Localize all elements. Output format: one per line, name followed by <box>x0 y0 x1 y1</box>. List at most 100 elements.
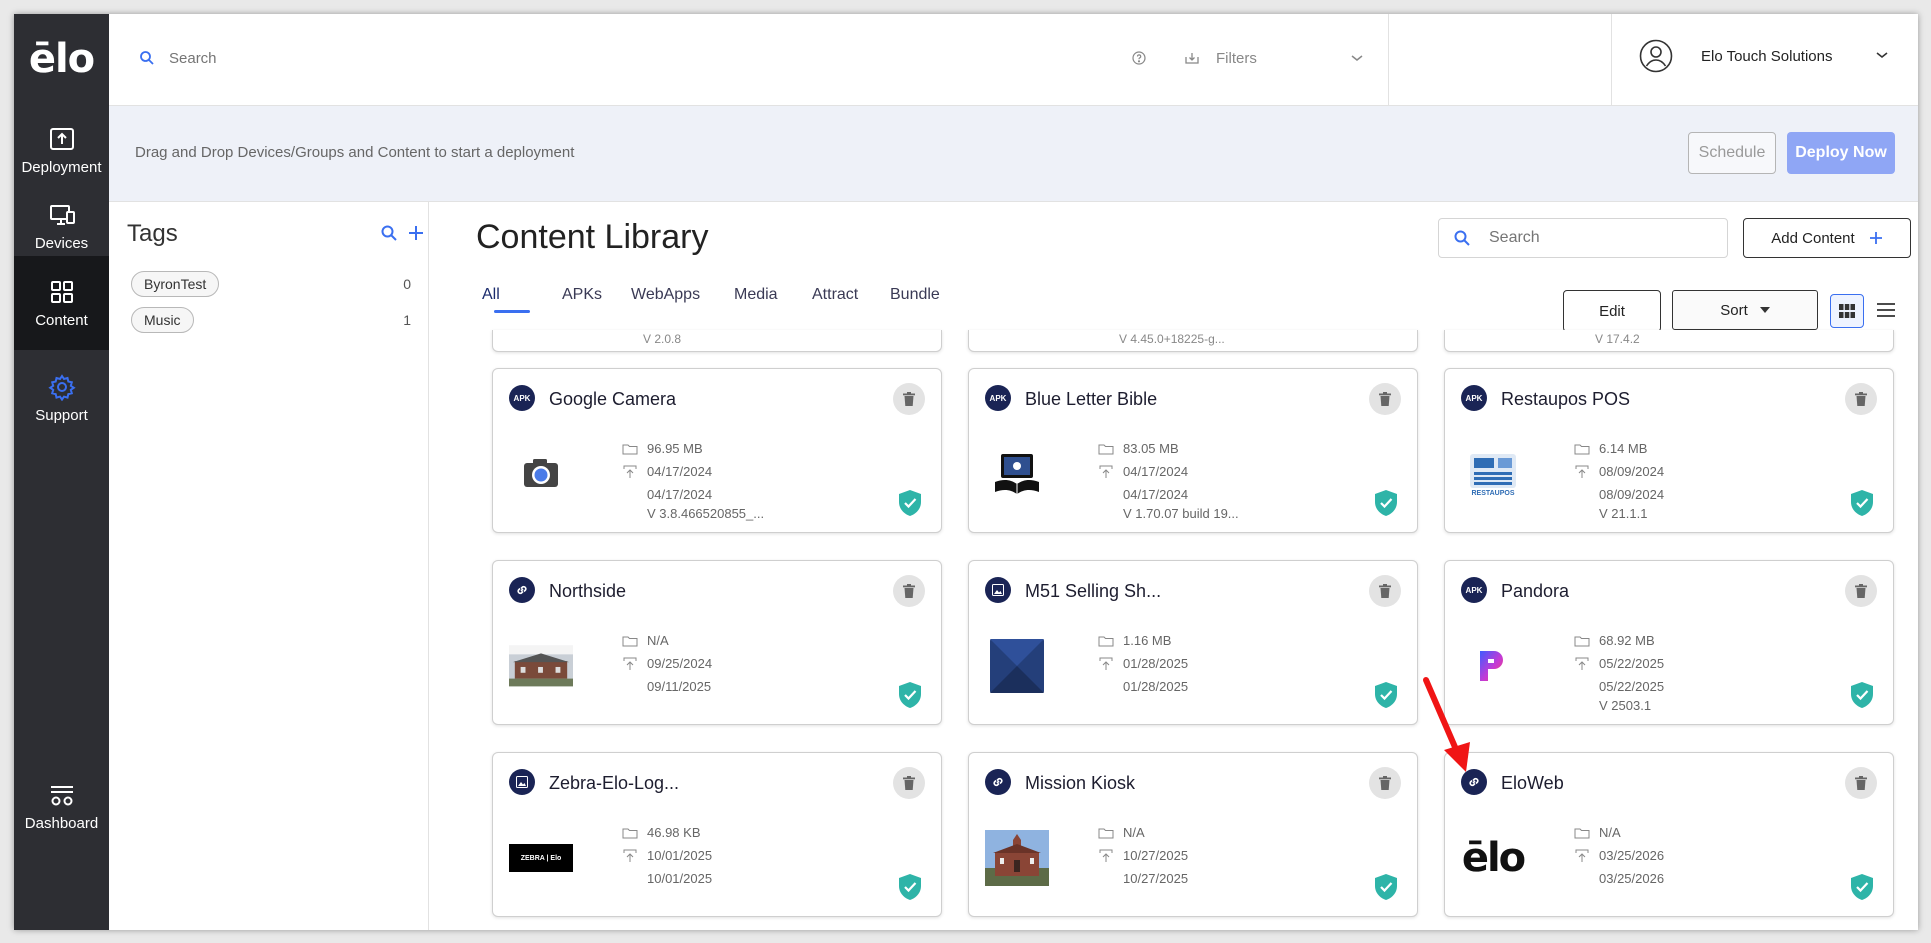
add-content-label: Add Content <box>1771 229 1855 247</box>
content-card-partial[interactable]: V 17.4.2 <box>1444 330 1894 352</box>
card-title: Pandora <box>1501 581 1570 601</box>
gear-icon <box>47 373 76 401</box>
search-icon[interactable] <box>380 224 398 242</box>
delete-button[interactable] <box>1845 575 1877 607</box>
delete-button[interactable] <box>1369 383 1401 415</box>
edit-button[interactable]: Edit <box>1563 290 1661 332</box>
sidebar-item-support[interactable]: Support <box>14 352 109 444</box>
upload-date-icon <box>1099 849 1113 862</box>
card-size: N/A <box>647 633 669 648</box>
content-card[interactable]: APK Restaupos POS RESTAUPOS 6.14 MB 08/0… <box>1444 368 1894 533</box>
card-version: V 3.8.466520855_... <box>647 506 765 521</box>
card-modified-date: 01/28/2025 <box>1123 679 1189 694</box>
restaupos-thumbnail: RESTAUPOS <box>1461 445 1525 503</box>
add-content-button[interactable]: Add Content <box>1743 218 1911 258</box>
apk-badge-icon: APK <box>985 385 1011 411</box>
library-search[interactable] <box>1438 218 1728 258</box>
link-badge-icon <box>509 577 535 603</box>
tab-all[interactable]: All <box>482 286 500 304</box>
camera-icon <box>520 453 562 495</box>
sidebar-item-dashboard[interactable]: Dashboard <box>14 760 109 852</box>
tag-row[interactable]: Music 1 <box>131 306 411 334</box>
trash-icon <box>1855 392 1867 406</box>
filters-dropdown[interactable]: Filters <box>1184 44 1364 72</box>
delete-button[interactable] <box>893 383 925 415</box>
content-card[interactable]: APK Pandora 68.92 MB 05/22/2025 05/22/20… <box>1444 560 1894 725</box>
card-modified-date: 04/17/2024 <box>647 487 713 502</box>
delete-button[interactable] <box>1369 767 1401 799</box>
chevron-down-icon <box>1876 52 1888 59</box>
user-avatar-icon <box>1639 39 1673 73</box>
delete-button[interactable] <box>1845 383 1877 415</box>
help-icon[interactable] <box>1132 51 1146 65</box>
schedule-button[interactable]: Schedule <box>1688 132 1776 174</box>
content-card[interactable]: APK Blue Letter Bible 83.05 MB 04/17/202… <box>968 368 1418 533</box>
library-search-input[interactable] <box>1489 229 1709 247</box>
folder-icon <box>1098 636 1114 646</box>
trash-icon <box>1855 584 1867 598</box>
card-version: V 21.1.1 <box>1599 506 1648 521</box>
upload-date-icon <box>1575 465 1589 478</box>
deploy-now-button[interactable]: Deploy Now <box>1787 132 1895 174</box>
card-meta: 96.95 MB 04/17/2024 04/17/2024 V 3.8.466… <box>621 437 764 522</box>
sidebar-item-label: Support <box>35 406 88 424</box>
apk-badge-icon: APK <box>509 385 535 411</box>
tag-count: 0 <box>403 276 411 292</box>
add-tag-icon[interactable] <box>407 224 425 242</box>
card-meta: 68.92 MB 05/22/2025 05/22/2025 V 2503.1 <box>1573 629 1664 714</box>
content-card[interactable]: APK Google Camera 96.95 MB 04/17/2024 04… <box>492 368 942 533</box>
verified-shield-icon <box>1375 490 1397 516</box>
tag-row[interactable]: ByronTest 0 <box>131 270 411 298</box>
verified-shield-icon <box>1851 874 1873 900</box>
card-uploaded-date: 10/01/2025 <box>647 848 713 863</box>
delete-button[interactable] <box>1845 767 1877 799</box>
tab-webapps[interactable]: WebApps <box>631 286 700 304</box>
folder-icon <box>1574 636 1590 646</box>
eloweb-thumbnail: ēlo <box>1461 829 1526 887</box>
tab-attract[interactable]: Attract <box>812 286 858 304</box>
verified-shield-icon <box>1851 682 1873 708</box>
folder-icon <box>1574 444 1590 454</box>
content-card[interactable]: Mission Kiosk N/A 10/27/2025 10/27/2025 <box>968 752 1418 917</box>
sidebar-item-content[interactable]: Content <box>14 256 109 350</box>
card-modified-date: 10/01/2025 <box>647 871 713 886</box>
tag-chip[interactable]: Music <box>131 307 194 333</box>
account-menu[interactable]: Elo Touch Solutions <box>1639 36 1899 76</box>
top-bar: Filters Elo Touch Solutions <box>109 14 1918 106</box>
grid-view-icon <box>1839 304 1855 318</box>
content-card-partial[interactable]: V 4.45.0+18225-g... <box>968 330 1418 352</box>
church-photo-icon <box>985 830 1049 886</box>
elo-logo: ēlo <box>28 36 95 82</box>
grid-view-button[interactable] <box>1830 294 1864 328</box>
content-library: Content Library Add Content All APKs Web… <box>430 202 1918 930</box>
delete-button[interactable] <box>893 575 925 607</box>
verified-shield-icon <box>1375 874 1397 900</box>
tag-chip[interactable]: ByronTest <box>131 271 220 297</box>
card-size: N/A <box>1599 825 1621 840</box>
content-card[interactable]: M51 Selling Sh... 1.16 MB 01/28/2025 01/… <box>968 560 1418 725</box>
tags-panel: Tags ByronTest 0 Music 1 <box>109 202 429 930</box>
trash-icon <box>903 776 915 790</box>
content-card[interactable]: Northside N/A 09/25/2024 09/11/2025 <box>492 560 942 725</box>
search-icon <box>140 51 154 65</box>
upload-icon <box>49 127 74 150</box>
tags-title: Tags <box>127 220 178 247</box>
chevron-down-icon <box>1351 55 1363 61</box>
content-card-partial[interactable]: V 2.0.8 <box>492 330 942 352</box>
global-search-input[interactable] <box>169 44 669 72</box>
card-size: 6.14 MB <box>1599 441 1648 456</box>
delete-button[interactable] <box>1369 575 1401 607</box>
elo-logo-thumbnail: ēlo <box>1461 835 1526 881</box>
tab-bundle[interactable]: Bundle <box>890 286 940 304</box>
card-version: V 1.70.07 build 19... <box>1123 506 1239 521</box>
tab-media[interactable]: Media <box>734 286 778 304</box>
tab-apks[interactable]: APKs <box>562 286 602 304</box>
zebra-logo-thumbnail: ZEBRA | Elo <box>509 829 573 887</box>
content-card[interactable]: EloWeb ēlo N/A 03/25/2026 03/25/2026 <box>1444 752 1894 917</box>
sort-dropdown[interactable]: Sort <box>1672 290 1818 330</box>
tag-count: 1 <box>403 312 411 328</box>
delete-button[interactable] <box>893 767 925 799</box>
content-card[interactable]: Zebra-Elo-Log... ZEBRA | Elo 46.98 KB 10… <box>492 752 942 917</box>
restaupos-logo-text: RESTAUPOS <box>1471 489 1515 497</box>
list-view-icon[interactable] <box>1876 302 1896 318</box>
